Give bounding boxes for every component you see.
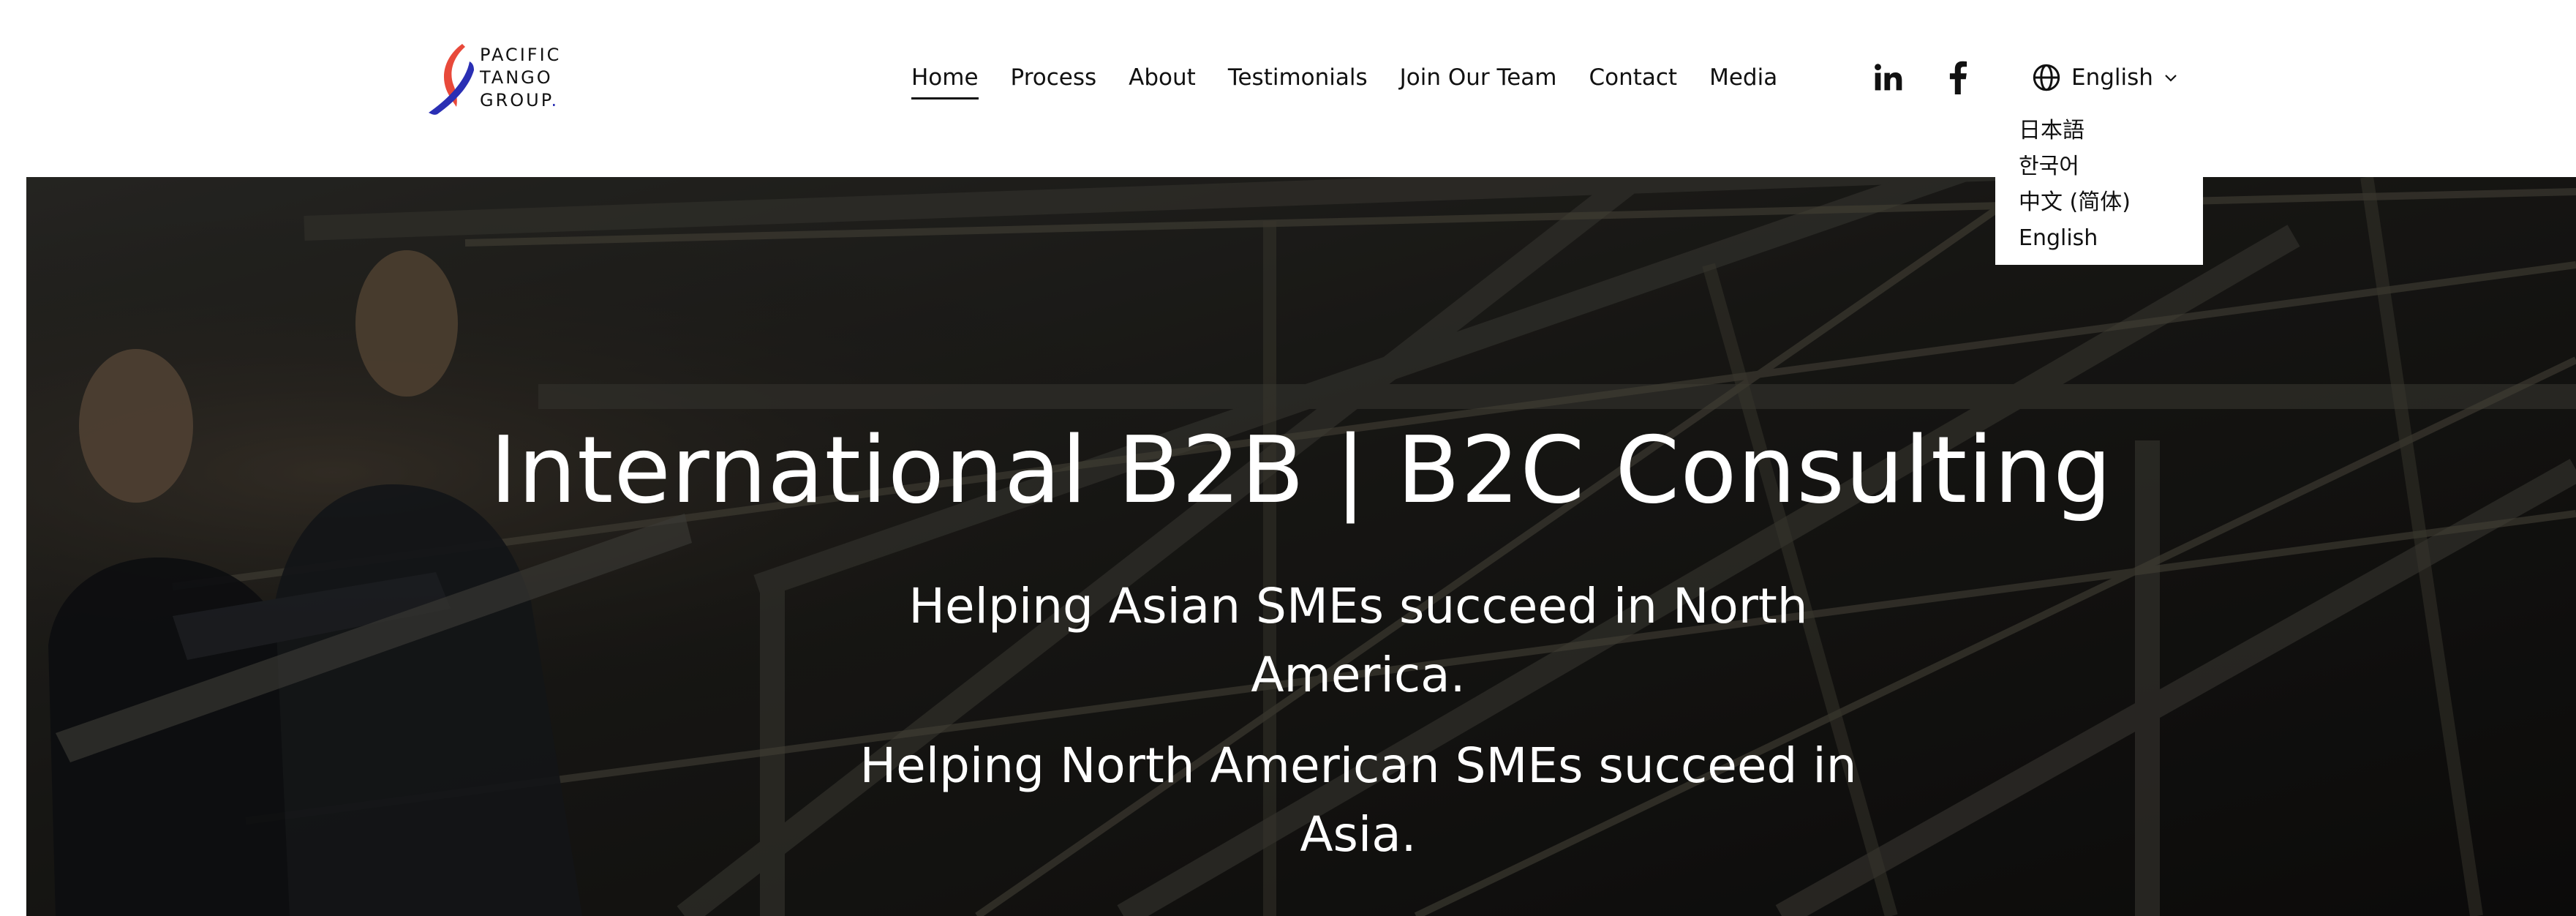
language-option-chinese-simplified[interactable]: 中文 (简体) <box>2019 184 2203 220</box>
brand-line-2: TANGO <box>480 67 553 88</box>
brand-line-3-text: GROUP <box>480 90 551 110</box>
nav-join-our-team[interactable]: Join Our Team <box>1400 61 1557 94</box>
facebook-icon <box>1949 61 1967 94</box>
linkedin-icon <box>1875 64 1902 91</box>
ribbon-logo-icon <box>429 44 474 115</box>
language-option-korean[interactable]: 한국어 <box>2019 149 2203 184</box>
hero-subtitle-asia: Helping Asian SMEs succeed in North Amer… <box>908 578 1808 703</box>
nav-testimonials[interactable]: Testimonials <box>1228 61 1368 94</box>
globe-icon <box>2033 64 2060 91</box>
brand-line-3: GROUP. <box>480 89 561 112</box>
language-option-japanese[interactable]: 日本語 <box>2019 113 2203 149</box>
main-nav: Home Process About Testimonials Join Our… <box>911 61 1809 100</box>
facebook-link[interactable] <box>1946 59 1970 97</box>
hero-content: International B2B | B2C Consulting Helpi… <box>26 177 2576 916</box>
brand-logo[interactable]: PACIFIC TANGO GROUP. <box>424 41 592 121</box>
brand-wordmark: PACIFIC TANGO GROUP. <box>480 44 561 112</box>
hero-subtitle-north-america: Helping North American SMEs succeed in A… <box>859 737 1857 863</box>
chevron-down-icon <box>2165 75 2177 82</box>
language-selected: English <box>2071 64 2153 91</box>
nav-media[interactable]: Media <box>1709 61 1777 94</box>
language-selector[interactable]: English <box>2032 59 2180 97</box>
nav-contact[interactable]: Contact <box>1589 61 1677 94</box>
nav-process[interactable]: Process <box>1011 61 1097 94</box>
language-dropdown-menu: 日本語 한국어 中文 (简体) English <box>1995 107 2203 265</box>
language-option-english[interactable]: English <box>2019 220 2203 256</box>
brand-line-1: PACIFIC <box>480 45 562 65</box>
hero-title: International B2B | B2C Consulting <box>489 416 2113 524</box>
nav-home[interactable]: Home <box>911 61 979 100</box>
linkedin-link[interactable] <box>1872 59 1905 97</box>
brand-dot: . <box>551 90 560 110</box>
hero-section: International B2B | B2C Consulting Helpi… <box>26 177 2576 916</box>
nav-about[interactable]: About <box>1129 61 1196 94</box>
page: PACIFIC TANGO GROUP. Home Process About … <box>0 0 2576 916</box>
